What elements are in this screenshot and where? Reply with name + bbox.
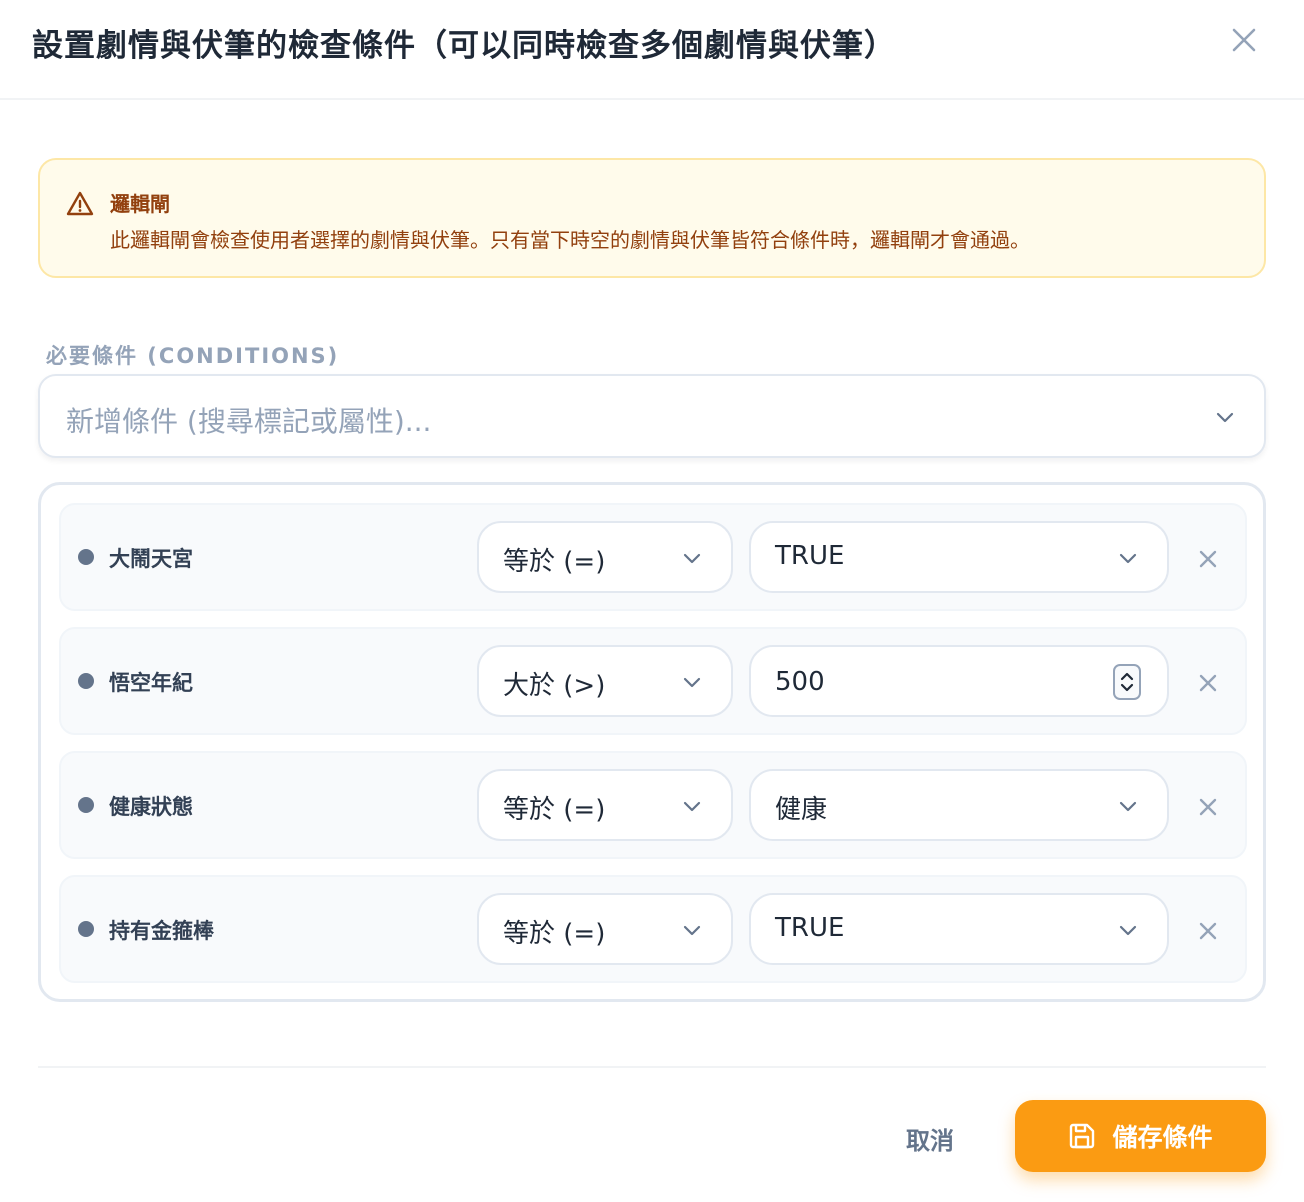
- save-button[interactable]: 儲存條件: [1015, 1100, 1266, 1172]
- save-button-label: 儲存條件: [1112, 1123, 1213, 1152]
- status-dot: [78, 797, 94, 813]
- remove-condition-button[interactable]: [1191, 666, 1225, 700]
- conditions-label: 必要條件 (CONDITIONS): [46, 344, 340, 368]
- status-dot: [78, 549, 94, 565]
- operator-select[interactable]: 等於 (=): [477, 769, 733, 841]
- value-select[interactable]: TRUE: [749, 893, 1169, 965]
- condition-value: 健康: [775, 795, 828, 825]
- conditions-list: 大鬧天宮 等於 (=) TRUE 悟空年紀 大於 (>) 500 健康狀態 等於…: [38, 482, 1266, 1002]
- chevron-down-icon: [1119, 925, 1137, 936]
- condition-name: 持有金箍棒: [109, 919, 214, 943]
- remove-condition-button[interactable]: [1191, 542, 1225, 576]
- condition-value: TRUE: [775, 913, 845, 943]
- chevron-down-icon: [1216, 412, 1234, 423]
- cancel-button[interactable]: 取消: [880, 1110, 980, 1166]
- condition-row: 大鬧天宮 等於 (=) TRUE: [59, 503, 1247, 611]
- condition-name: 健康狀態: [109, 795, 193, 819]
- add-condition-select[interactable]: 新增條件 (搜尋標記或屬性)...: [38, 374, 1266, 458]
- close-icon: [1199, 550, 1217, 568]
- status-dot: [78, 673, 94, 689]
- remove-condition-button[interactable]: [1191, 914, 1225, 948]
- alert-text: 此邏輯閘會檢查使用者選擇的劇情與伏筆。只有當下時空的劇情與伏筆皆符合條件時，邏輯…: [110, 228, 1030, 252]
- chevron-down-icon: [1119, 553, 1137, 564]
- operator-select[interactable]: 大於 (>): [477, 645, 733, 717]
- operator-select[interactable]: 等於 (=): [477, 521, 733, 593]
- operator-value: 等於 (=): [503, 795, 606, 825]
- condition-row: 健康狀態 等於 (=) 健康: [59, 751, 1247, 859]
- number-stepper[interactable]: [1113, 664, 1141, 700]
- floppy-disk-icon: [1070, 1123, 1095, 1149]
- close-button[interactable]: [1224, 20, 1264, 60]
- operator-value: 大於 (>): [503, 671, 606, 701]
- dialog-title: 設置劇情與伏筆的檢查條件（可以同時檢查多個劇情與伏筆）: [32, 28, 896, 64]
- chevron-down-icon: [683, 553, 701, 564]
- warning-icon: [66, 191, 94, 216]
- close-icon: [1199, 674, 1217, 692]
- condition-row: 持有金箍棒 等於 (=) TRUE: [59, 875, 1247, 983]
- chevron-down-icon: [683, 925, 701, 936]
- operator-value: 等於 (=): [503, 547, 606, 577]
- value-select[interactable]: TRUE: [749, 521, 1169, 593]
- condition-name: 大鬧天宮: [109, 547, 193, 571]
- footer-divider: [38, 1066, 1266, 1068]
- remove-condition-button[interactable]: [1191, 790, 1225, 824]
- chevron-down-icon: [1119, 801, 1137, 812]
- info-alert: 邏輯閘 此邏輯閘會檢查使用者選擇的劇情與伏筆。只有當下時空的劇情與伏筆皆符合條件…: [38, 158, 1266, 278]
- operator-select[interactable]: 等於 (=): [477, 893, 733, 965]
- chevron-down-icon: [683, 801, 701, 812]
- close-icon: [1232, 28, 1256, 52]
- alert-title: 邏輯閘: [110, 192, 170, 216]
- condition-value-input[interactable]: [775, 665, 1075, 699]
- condition-row: 悟空年紀 大於 (>): [59, 627, 1247, 735]
- status-dot: [78, 921, 94, 937]
- chevron-down-icon: [683, 677, 701, 688]
- operator-value: 等於 (=): [503, 919, 606, 949]
- add-condition-placeholder: 新增條件 (搜尋標記或屬性)...: [66, 405, 432, 438]
- value-select[interactable]: 健康: [749, 769, 1169, 841]
- condition-name: 悟空年紀: [109, 671, 193, 695]
- close-icon: [1199, 798, 1217, 816]
- stepper-up-down-icon: [1120, 672, 1134, 692]
- dialog-header: 設置劇情與伏筆的檢查條件（可以同時檢查多個劇情與伏筆）: [0, 0, 1304, 100]
- condition-value: TRUE: [775, 541, 845, 571]
- value-number-input[interactable]: [749, 645, 1169, 717]
- close-icon: [1199, 922, 1217, 940]
